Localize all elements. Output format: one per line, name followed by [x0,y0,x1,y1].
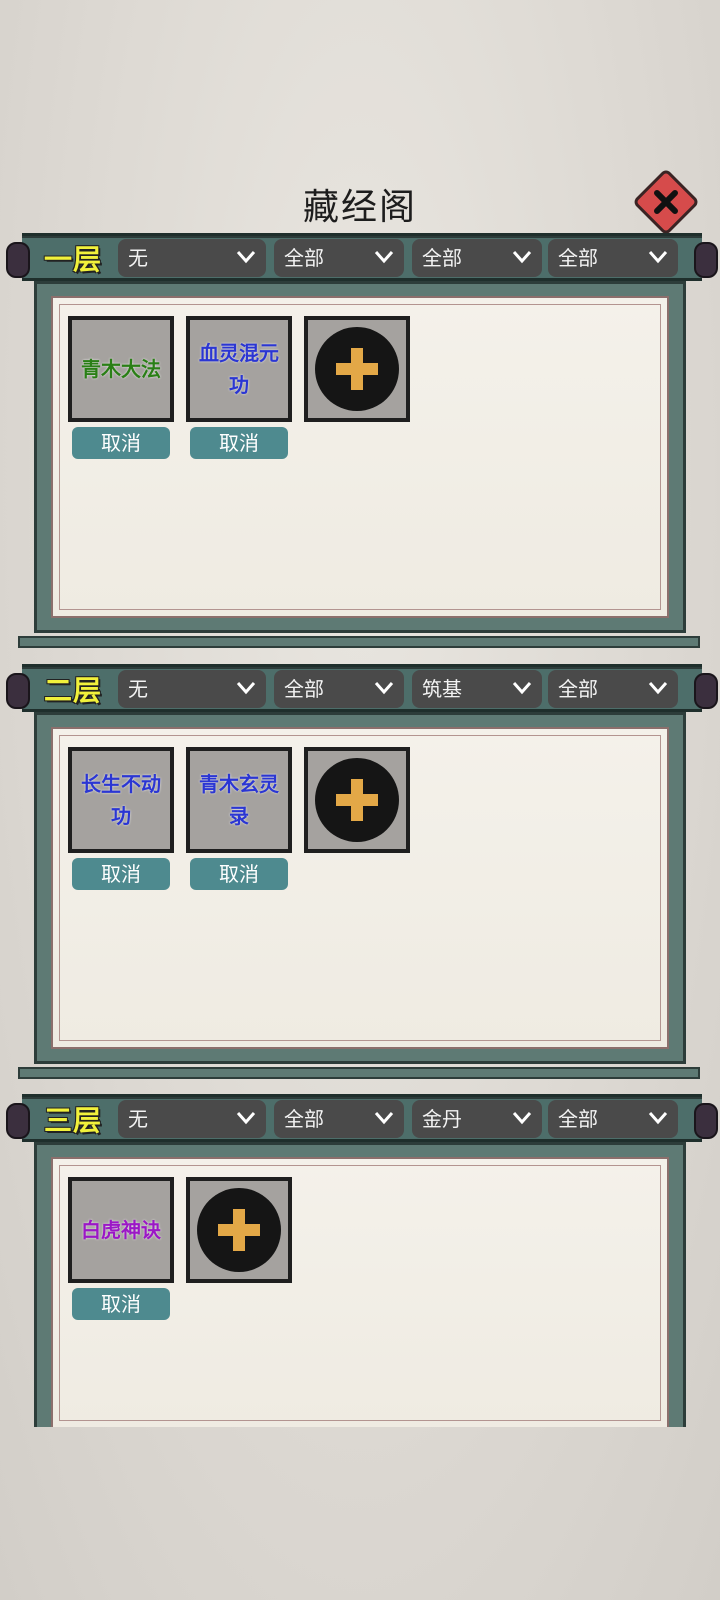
floor-label: 一层 [44,243,103,276]
dropdown-value: 无 [128,677,148,701]
floor-filter-bar: 一层 无 全部 全部 全部 [6,233,718,281]
cancel-button[interactable]: 取消 [190,427,288,459]
chevron-down-icon [236,682,256,695]
filter-dropdown-2[interactable]: 全部 [274,1100,404,1138]
scroll-knob [694,673,718,709]
book-name: 青木大法 [81,357,161,381]
book-slot[interactable]: 长生不动功 [68,747,174,853]
book-slot[interactable]: 青木大法 [68,316,174,422]
chevron-down-icon [236,1112,256,1125]
scroll-knob [694,242,718,278]
add-book-slot[interactable] [304,316,410,422]
filter-dropdown-1[interactable]: 无 [118,670,266,708]
filter-dropdown-2[interactable]: 全部 [274,670,404,708]
dropdown-value: 无 [128,1107,148,1131]
filter-dropdown-4[interactable]: 全部 [548,670,678,708]
chevron-down-icon [648,682,668,695]
plus-background [315,327,399,411]
chevron-down-icon [512,1112,532,1125]
chevron-down-icon [512,682,532,695]
book-slot[interactable]: 青木玄灵录 [186,747,292,853]
dropdown-value: 筑基 [422,677,462,701]
dropdown-value: 全部 [284,677,324,701]
add-book-slot[interactable] [186,1177,292,1283]
plus-background [315,758,399,842]
floor-filter-bar: 三层 无 全部 金丹 全部 [6,1094,718,1142]
dropdown-value: 全部 [284,1107,324,1131]
book-name: 长生不动功 [81,772,161,828]
filter-dropdown-2[interactable]: 全部 [274,239,404,277]
page-title: 藏经阁 [302,187,417,228]
panel-rail [18,636,700,648]
chevron-down-icon [236,251,256,264]
book-name: 青木玄灵录 [199,772,279,828]
book-slot[interactable]: 血灵混元功 [186,316,292,422]
filter-dropdown-3[interactable]: 金丹 [412,1100,542,1138]
chevron-down-icon [648,1112,668,1125]
floor-filter-bar: 二层 无 全部 筑基 全部 [6,664,718,712]
dropdown-value: 全部 [422,246,462,270]
cancel-button[interactable]: 取消 [190,858,288,890]
filter-dropdown-1[interactable]: 无 [118,239,266,277]
dropdown-value: 全部 [558,1107,598,1131]
cancel-button[interactable]: 取消 [72,427,170,459]
chevron-down-icon [374,682,394,695]
cancel-button[interactable]: 取消 [72,858,170,890]
close-icon [645,181,687,223]
dropdown-value: 全部 [558,246,598,270]
dropdown-value: 全部 [558,677,598,701]
floor-label: 二层 [44,674,103,707]
dropdown-value: 全部 [284,246,324,270]
dropdown-value: 金丹 [422,1107,462,1131]
floor-label: 三层 [44,1104,103,1137]
scroll-knob [694,1103,718,1139]
book-name: 白虎神诀 [81,1218,161,1242]
plus-background [197,1188,281,1272]
chevron-down-icon [648,251,668,264]
book-name: 血灵混元功 [199,341,279,397]
panel-rail [18,1067,700,1079]
add-book-slot[interactable] [304,747,410,853]
chevron-down-icon [374,251,394,264]
scroll-knob [6,242,30,278]
plus-icon [336,779,378,821]
chevron-down-icon [374,1112,394,1125]
plus-icon [218,1209,260,1251]
chevron-down-icon [512,251,532,264]
book-slot[interactable]: 白虎神诀 [68,1177,174,1283]
filter-dropdown-1[interactable]: 无 [118,1100,266,1138]
filter-dropdown-3[interactable]: 筑基 [412,670,542,708]
scroll-knob [6,1103,30,1139]
filter-dropdown-4[interactable]: 全部 [548,1100,678,1138]
plus-icon [336,348,378,390]
cancel-button[interactable]: 取消 [72,1288,170,1320]
dropdown-value: 无 [128,246,148,270]
filter-dropdown-3[interactable]: 全部 [412,239,542,277]
scroll-knob [6,673,30,709]
filter-dropdown-4[interactable]: 全部 [548,239,678,277]
